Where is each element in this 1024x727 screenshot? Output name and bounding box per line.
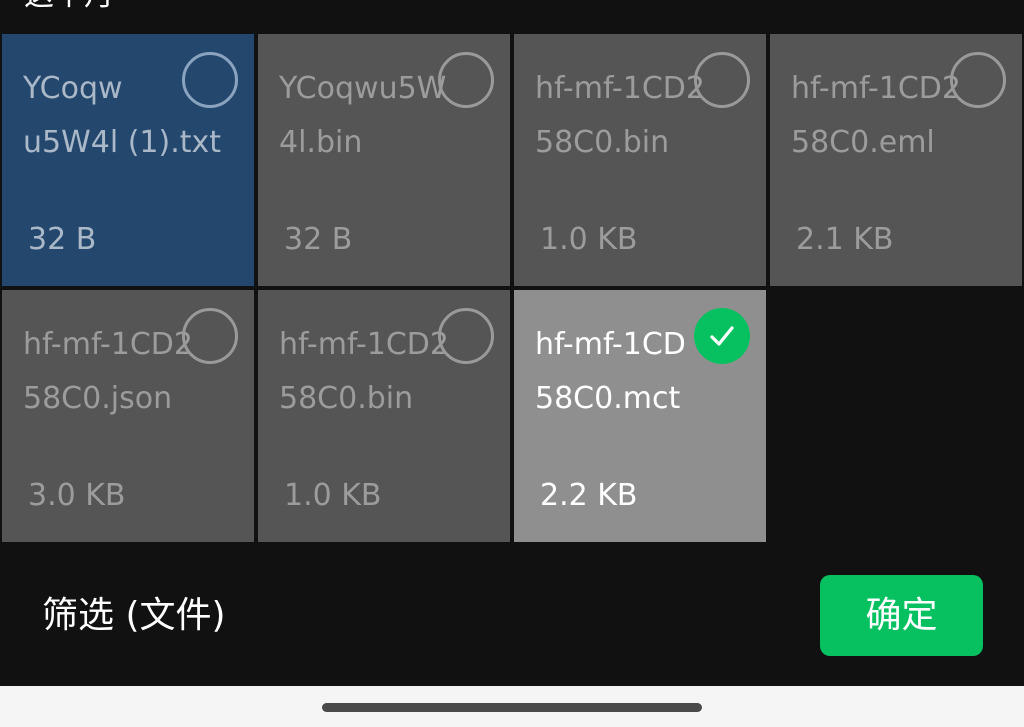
checkmark-icon[interactable] — [694, 308, 750, 364]
file-picker-screen: 这个月 YCoqw u5W4l (1).txt 32 B YCoqwu5W 4l… — [0, 0, 1024, 727]
file-size: 32 B — [284, 222, 353, 257]
file-size: 3.0 KB — [28, 478, 126, 513]
file-tile[interactable]: hf-mf-1CD2 58C0.json 3.0 KB — [2, 290, 254, 542]
file-tile-selected[interactable]: hf-mf-1CD 58C0.mct 2.2 KB — [514, 290, 766, 542]
home-indicator[interactable] — [322, 703, 702, 712]
file-size: 2.2 KB — [540, 478, 638, 513]
select-circle-icon[interactable] — [438, 52, 494, 108]
file-grid: YCoqw u5W4l (1).txt 32 B YCoqwu5W 4l.bin… — [2, 34, 1022, 542]
select-circle-icon[interactable] — [182, 308, 238, 364]
file-tile[interactable]: hf-mf-1CD2 58C0.bin 1.0 KB — [514, 34, 766, 286]
select-circle-icon[interactable] — [950, 52, 1006, 108]
system-nav-bar — [0, 686, 1024, 727]
picker-footer: 筛选 (文件) 确定 — [0, 542, 1024, 686]
file-tile[interactable]: YCoqwu5W 4l.bin 32 B — [258, 34, 510, 286]
checkmark-glyph-icon — [710, 326, 734, 346]
select-circle-icon[interactable] — [694, 52, 750, 108]
file-tile[interactable]: hf-mf-1CD2 58C0.eml 2.1 KB — [770, 34, 1022, 286]
select-circle-icon[interactable] — [438, 308, 494, 364]
file-size: 1.0 KB — [540, 222, 638, 257]
filter-label[interactable]: 筛选 (文件) — [42, 594, 226, 638]
file-size: 1.0 KB — [284, 478, 382, 513]
file-size: 2.1 KB — [796, 222, 894, 257]
file-tile[interactable]: YCoqw u5W4l (1).txt 32 B — [2, 34, 254, 286]
file-tile[interactable]: hf-mf-1CD2 58C0.bin 1.0 KB — [258, 290, 510, 542]
file-size: 32 B — [28, 222, 97, 257]
select-circle-icon[interactable] — [182, 52, 238, 108]
section-title: 这个月 — [24, 0, 114, 16]
confirm-button[interactable]: 确定 — [820, 575, 983, 656]
